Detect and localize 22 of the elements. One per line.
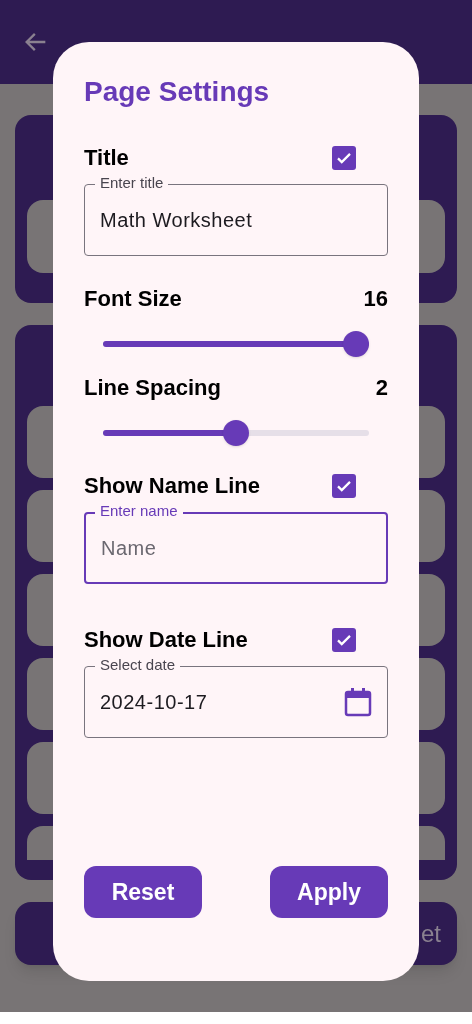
slider-track[interactable]: [103, 420, 369, 446]
slider-track[interactable]: [103, 331, 369, 357]
setting-label: Show Name Line: [84, 472, 261, 500]
setting-label: Show Date Line: [84, 626, 248, 654]
field-value: Math Worksheet: [100, 208, 253, 233]
setting-label: Font Size: [84, 284, 182, 313]
field-value: 2024-10-17: [100, 690, 208, 715]
slider-thumb[interactable]: [343, 331, 369, 357]
apply-button[interactable]: Apply: [270, 866, 388, 918]
setting-label: Title: [84, 144, 129, 172]
calendar-icon[interactable]: [344, 687, 372, 717]
setting-value: 2: [375, 374, 388, 402]
slider-thumb[interactable]: [223, 420, 249, 446]
setting-value: 16: [363, 285, 388, 313]
setting-label: Line Spacing: [84, 373, 221, 402]
checkbox[interactable]: [332, 628, 356, 652]
reset-button[interactable]: Reset: [84, 866, 202, 918]
checkbox[interactable]: [332, 474, 356, 498]
bottom-bar-text: et: [421, 918, 441, 949]
checkbox[interactable]: [332, 146, 356, 170]
dialog-title: Page Settings: [84, 75, 271, 109]
field-placeholder: Name: [101, 536, 157, 561]
